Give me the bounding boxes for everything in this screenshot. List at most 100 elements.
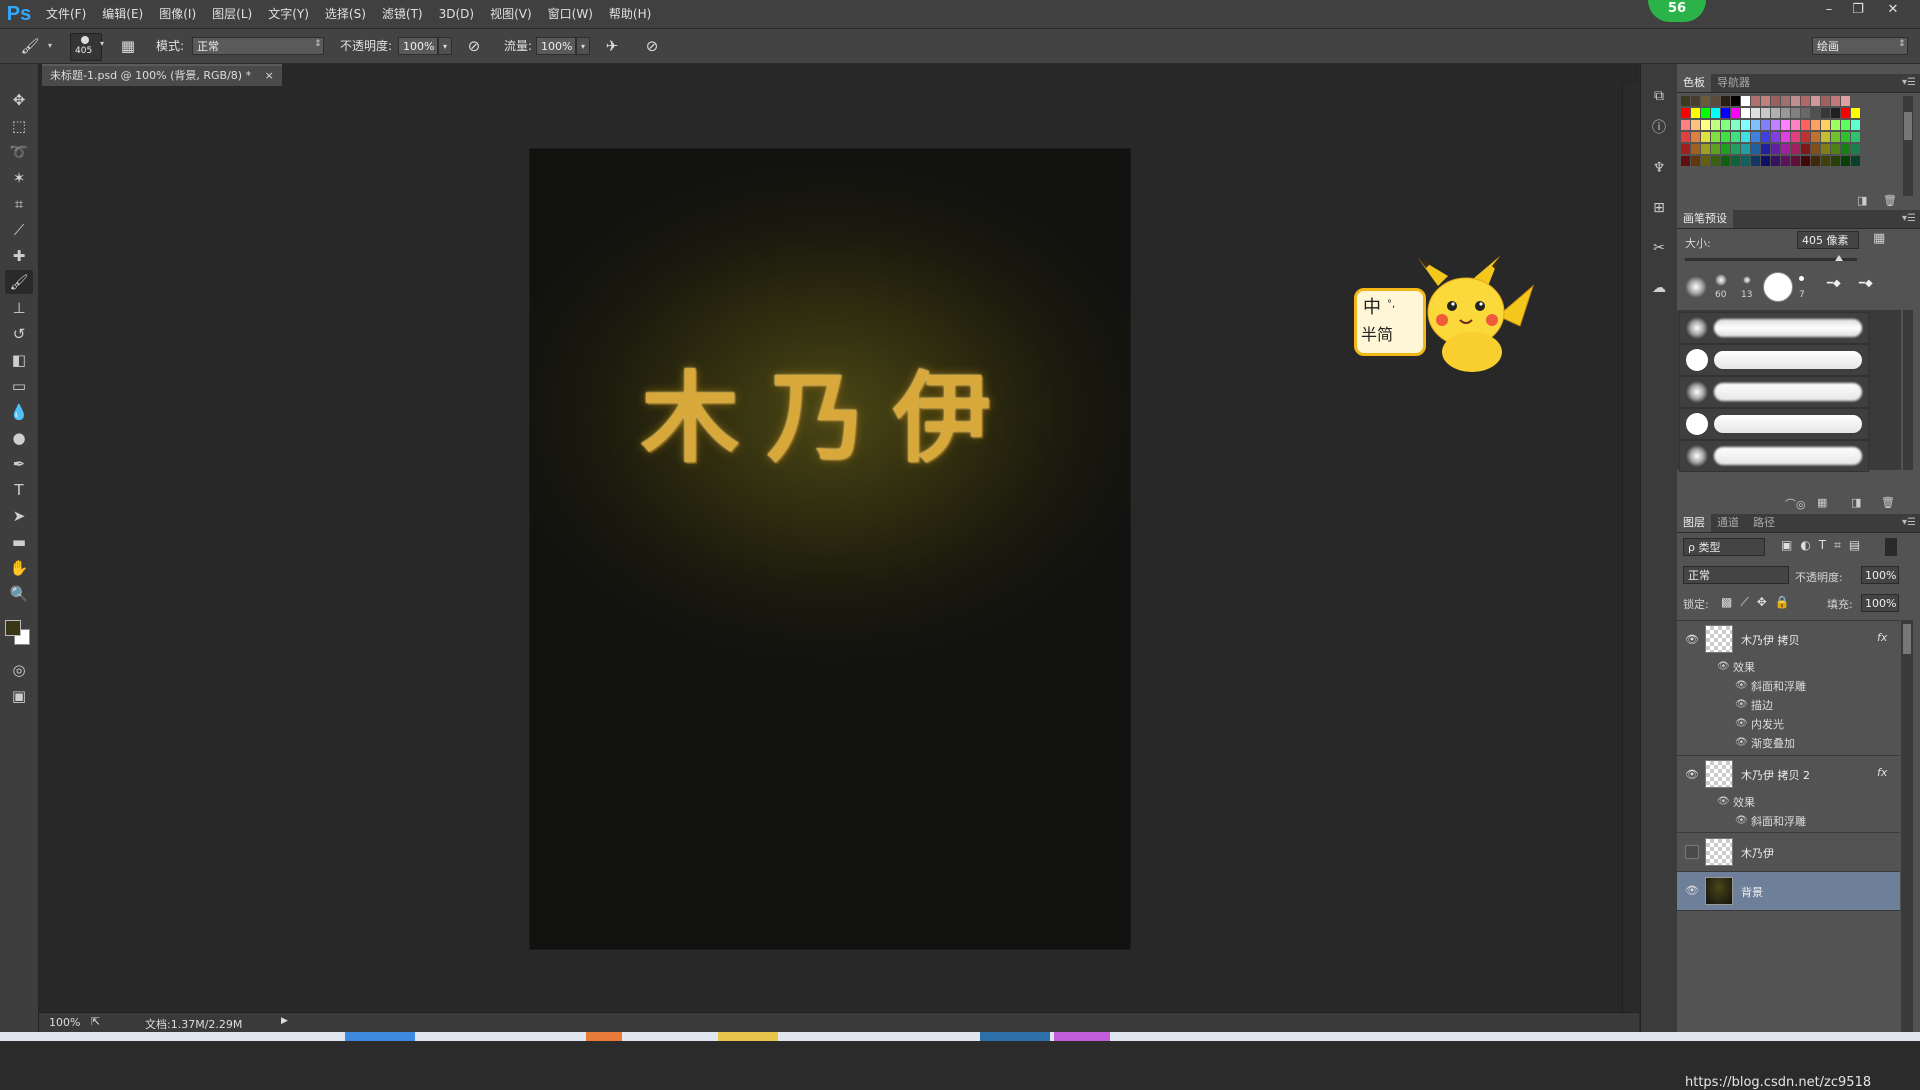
color-swatch[interactable] — [1851, 108, 1860, 118]
color-swatch[interactable] — [1781, 132, 1790, 142]
brush-tool-icon[interactable]: 🖌 — [5, 270, 33, 294]
color-swatch[interactable] — [1811, 96, 1820, 106]
color-swatch[interactable] — [1831, 108, 1840, 118]
menu-3d[interactable]: 3D(D) — [431, 0, 482, 28]
color-swatch[interactable] — [1841, 96, 1850, 106]
eye-icon[interactable]: 👁 — [1717, 661, 1730, 672]
trash-icon[interactable]: 🗑 — [1881, 496, 1895, 509]
brush-preset-row[interactable] — [1679, 312, 1869, 344]
swatches-scrollbar[interactable] — [1903, 96, 1913, 196]
lock-icons[interactable]: ▩⟋✥🔒 — [1721, 595, 1798, 610]
color-swatch[interactable] — [1771, 96, 1780, 106]
flow-dropdown[interactable]: ▾ — [576, 37, 590, 55]
color-swatch[interactable] — [1771, 120, 1780, 130]
color-swatch[interactable] — [1691, 108, 1700, 118]
color-swatch[interactable] — [1721, 132, 1730, 142]
color-swatch[interactable] — [1831, 120, 1840, 130]
filter-toggle[interactable] — [1885, 538, 1897, 556]
move-tool-icon[interactable]: ✥ — [5, 88, 33, 112]
color-swatch[interactable] — [1761, 156, 1770, 166]
brush-tip[interactable] — [1763, 272, 1793, 302]
play-triangle-icon[interactable]: ▶ — [281, 1016, 288, 1026]
color-swatch[interactable] — [1701, 132, 1710, 142]
color-swatch[interactable] — [1821, 144, 1830, 154]
eye-icon[interactable]: 👁 — [1735, 737, 1748, 748]
hand-tool-icon[interactable]: ✋ — [5, 556, 33, 580]
color-swatch[interactable] — [1771, 144, 1780, 154]
color-swatch[interactable] — [1701, 108, 1710, 118]
brush-tip[interactable] — [1799, 276, 1804, 281]
color-swatch[interactable] — [1771, 132, 1780, 142]
close-icon[interactable]: × — [265, 69, 274, 82]
color-swatch[interactable] — [1801, 120, 1810, 130]
color-swatch[interactable] — [1831, 144, 1840, 154]
color-swatch[interactable] — [1801, 132, 1810, 142]
color-swatch[interactable] — [1721, 120, 1730, 130]
color-swatch[interactable] — [1701, 120, 1710, 130]
brush-preset-row[interactable] — [1679, 440, 1869, 472]
color-swatch[interactable] — [1701, 96, 1710, 106]
pen-tool-icon[interactable]: ✒ — [5, 452, 33, 476]
opacity-input[interactable]: 100% — [398, 37, 438, 55]
foreground-color-swatch[interactable] — [5, 620, 21, 636]
lasso-tool-icon[interactable]: ➰ — [5, 140, 33, 164]
color-swatch[interactable] — [1721, 144, 1730, 154]
cc-libraries-icon[interactable]: ☁ — [1647, 276, 1671, 300]
tab-brush-presets[interactable]: 画笔预设 — [1677, 210, 1733, 228]
color-swatch[interactable] — [1851, 132, 1860, 142]
menu-image[interactable]: 图像(I) — [151, 0, 204, 28]
color-swatch[interactable] — [1761, 144, 1770, 154]
color-swatch[interactable] — [1741, 120, 1750, 130]
chevron-down-icon[interactable]: ▾ — [100, 39, 104, 48]
fx-icon[interactable]: fx — [1877, 766, 1887, 779]
pressure-opacity-icon[interactable]: ⊘ — [464, 36, 484, 56]
flow-input[interactable]: 100% — [536, 37, 576, 55]
menu-file[interactable]: 文件(F) — [38, 0, 94, 28]
layer-row[interactable]: 👁 背景 — [1677, 872, 1900, 911]
color-swatch[interactable] — [1721, 108, 1730, 118]
menu-help[interactable]: 帮助(H) — [601, 0, 659, 28]
color-swatch[interactable] — [1711, 120, 1720, 130]
new-swatch-icon[interactable]: ◨ — [1857, 194, 1867, 207]
tab-navigator[interactable]: 导航器 — [1711, 74, 1756, 92]
info-icon[interactable]: ⓘ — [1647, 116, 1671, 140]
workspace-select[interactable]: 绘画 — [1812, 37, 1908, 55]
color-swatch[interactable] — [1741, 132, 1750, 142]
color-swatch[interactable] — [1841, 132, 1850, 142]
gradient-tool-icon[interactable]: ▭ — [5, 374, 33, 398]
menu-edit[interactable]: 编辑(E) — [94, 0, 151, 28]
color-swatch[interactable] — [1831, 96, 1840, 106]
brush-tip[interactable] — [1685, 276, 1707, 298]
eye-icon[interactable]: 👁 — [1685, 768, 1699, 782]
color-swatch[interactable] — [1751, 132, 1760, 142]
color-swatch[interactable] — [1731, 120, 1740, 130]
color-swatch[interactable] — [1731, 96, 1740, 106]
color-swatch[interactable] — [1821, 108, 1830, 118]
color-swatch[interactable] — [1811, 120, 1820, 130]
document-tab[interactable]: 未标题-1.psd @ 100% (背景, RGB/8) * × — [42, 64, 282, 86]
mode-select[interactable]: 正常 — [192, 37, 324, 55]
history-brush-tool-icon[interactable]: ↺ — [5, 322, 33, 346]
color-swatch[interactable] — [1791, 108, 1800, 118]
color-swatch[interactable] — [1821, 156, 1830, 166]
brush-tips-row[interactable]: 60 13 7 ━◆ ━◆ — [1681, 268, 1901, 304]
opacity-dropdown[interactable]: ▾ — [438, 37, 452, 55]
quick-mask-icon[interactable]: ◎ — [5, 658, 33, 682]
color-swatch[interactable] — [1851, 144, 1860, 154]
taskbar-item[interactable] — [718, 1032, 778, 1041]
layer-row[interactable]: 木乃伊 — [1677, 833, 1900, 872]
layer-row[interactable]: 👁 木乃伊 拷贝 fx 👁 效果 👁 斜面和浮雕 👁 描边 👁 内发光 👁 渐变… — [1677, 621, 1900, 756]
color-swatch[interactable] — [1681, 120, 1690, 130]
color-swatch[interactable] — [1831, 132, 1840, 142]
eye-icon[interactable]: 👁 — [1735, 680, 1748, 691]
color-swatch[interactable] — [1691, 156, 1700, 166]
brush-panel-icon[interactable]: ♆ — [1647, 156, 1671, 180]
brush-tip-stroke[interactable]: ━◆ — [1827, 278, 1841, 289]
clone-stamp-tool-icon[interactable]: ⊥ — [5, 296, 33, 320]
color-swatch[interactable] — [1771, 108, 1780, 118]
screen-mode-icon[interactable]: ▣ — [5, 684, 33, 708]
color-swatch[interactable] — [1731, 156, 1740, 166]
color-swatch[interactable] — [1851, 156, 1860, 166]
marquee-tool-icon[interactable]: ⬚ — [5, 114, 33, 138]
color-swatch[interactable] — [1681, 96, 1690, 106]
